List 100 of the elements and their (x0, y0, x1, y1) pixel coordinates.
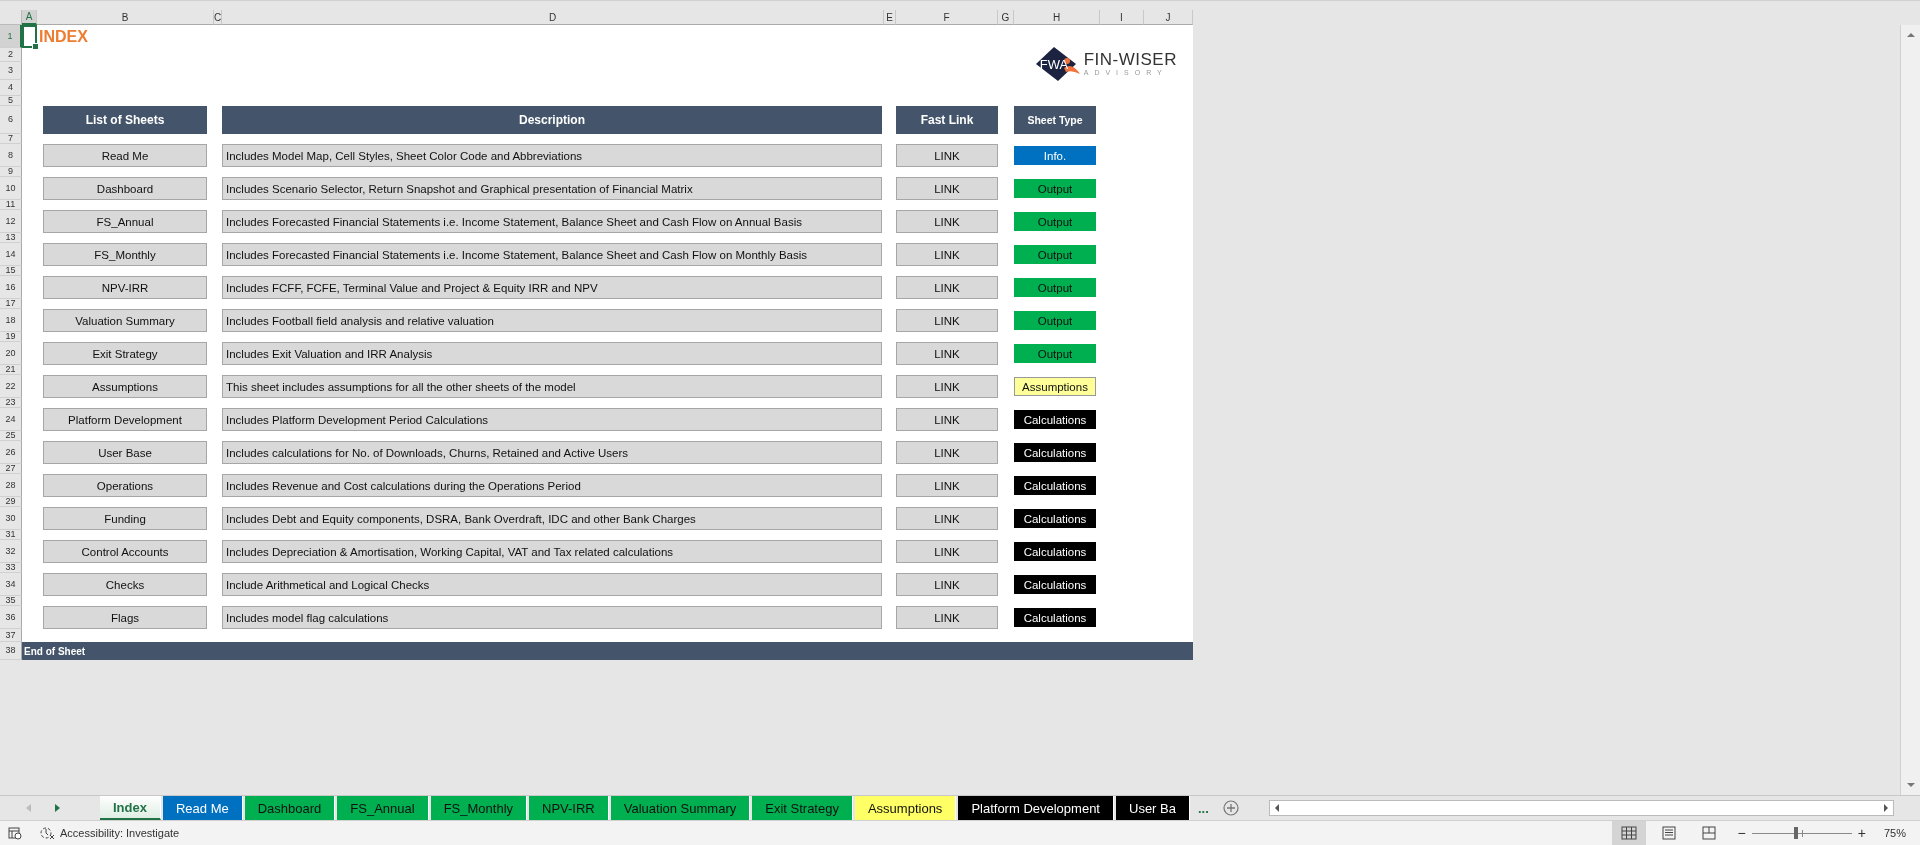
sheet-title: INDEX (38, 27, 89, 46)
sheet-name-cell: NPV-IRR (43, 276, 207, 299)
column-heading: Fast Link (896, 106, 998, 134)
description-cell: Includes Forecasted Financial Statements i.e. Income Statement, Balance Sheet and Cash Flow on Annual Basis (222, 210, 882, 233)
sheet-tab[interactable]: FS_Annual (337, 796, 429, 820)
link-cell[interactable]: LINK (896, 606, 998, 629)
horizontal-scrollbar[interactable] (1268, 800, 1894, 816)
sheet-name-cell: Flags (43, 606, 207, 629)
macro-record-icon[interactable] (8, 826, 22, 840)
description-cell: Includes model flag calculations (222, 606, 882, 629)
zoom-in-button[interactable]: + (1857, 825, 1866, 841)
row-header[interactable]: 10 (0, 177, 22, 200)
link-cell[interactable]: LINK (896, 441, 998, 464)
sheet-type-cell: Output (1014, 179, 1096, 198)
scroll-down-icon[interactable] (1905, 781, 1916, 789)
row-header[interactable]: 38 (0, 642, 22, 660)
normal-view-button[interactable] (1611, 821, 1646, 845)
row-header[interactable]: 4 (0, 80, 22, 96)
row-header[interactable]: 28 (0, 474, 22, 497)
column-header[interactable]: G (998, 10, 1014, 25)
row-header[interactable]: 34 (0, 573, 22, 596)
sheet-type-cell: Calculations (1014, 410, 1096, 429)
zoom-slider[interactable] (1751, 827, 1852, 839)
sheet-type-cell: Calculations (1014, 509, 1096, 528)
grid-icon (1620, 826, 1637, 840)
sheet-tab[interactable]: User Ba (1116, 796, 1190, 820)
link-cell[interactable]: LINK (896, 507, 998, 530)
sheet-type-cell: Calculations (1014, 443, 1096, 462)
link-cell[interactable]: LINK (896, 144, 998, 167)
scroll-up-icon[interactable] (1905, 31, 1916, 39)
sheet-tab[interactable]: Valuation Summary (610, 796, 751, 820)
sheet-name-cell: Operations (43, 474, 207, 497)
link-cell[interactable]: LINK (896, 243, 998, 266)
description-cell: Includes Depreciation & Amortisation, Working Capital, VAT and Tax related calculations (222, 540, 882, 563)
link-cell[interactable]: LINK (896, 210, 998, 233)
row-header[interactable]: 1 (0, 25, 22, 48)
sheet-name-cell: Valuation Summary (43, 309, 207, 332)
row-header[interactable]: 14 (0, 243, 22, 266)
active-cell[interactable] (22, 25, 37, 48)
sheet-type-cell: Calculations (1014, 608, 1096, 627)
row-header[interactable]: 32 (0, 540, 22, 563)
next-sheet-icon[interactable] (54, 804, 60, 812)
sheet-tab[interactable]: Dashboard (244, 796, 336, 820)
zoom-out-button[interactable]: − (1737, 825, 1746, 841)
link-cell[interactable]: LINK (896, 573, 998, 596)
description-cell: Include Arithmetical and Logical Checks (222, 573, 882, 596)
row-header[interactable]: 36 (0, 606, 22, 629)
link-cell[interactable]: LINK (896, 474, 998, 497)
row-header[interactable]: 3 (0, 62, 22, 80)
sheet-name-cell: Dashboard (43, 177, 207, 200)
sheet-name-cell: Platform Development (43, 408, 207, 431)
sheet-tab[interactable]: Index (100, 796, 161, 820)
column-header[interactable]: I (1100, 10, 1144, 25)
link-cell[interactable]: LINK (896, 276, 998, 299)
accessibility-icon[interactable] (40, 826, 56, 840)
sheet-tab[interactable]: Platform Development (958, 796, 1114, 820)
zoom-level[interactable]: 75% (1883, 827, 1906, 839)
sheet-tab[interactable]: Read Me (162, 796, 243, 820)
row-header[interactable]: 7 (0, 134, 22, 144)
row-header[interactable]: 18 (0, 309, 22, 332)
sheet-tab[interactable]: FS_Monthly (430, 796, 528, 820)
column-header[interactable]: F (896, 10, 998, 25)
link-cell[interactable]: LINK (896, 375, 998, 398)
accessibility-status[interactable]: Accessibility: Investigate (60, 827, 180, 839)
description-cell: Includes calculations for No. of Downloads, Churns, Retained and Active Users (222, 441, 882, 464)
sheet-tab[interactable]: Exit Strategy (752, 796, 853, 820)
row-header[interactable]: 6 (0, 106, 22, 134)
more-tabs-button[interactable]: ... (1197, 800, 1209, 816)
column-header[interactable]: H (1014, 10, 1100, 25)
column-header[interactable]: J (1144, 10, 1193, 25)
sheet-tab[interactable]: Assumptions (854, 796, 957, 820)
add-sheet-icon[interactable] (1222, 800, 1239, 816)
description-cell: Includes Football field analysis and relative valuation (222, 309, 882, 332)
row-header[interactable]: 16 (0, 276, 22, 299)
row-header[interactable]: 26 (0, 441, 22, 464)
link-cell[interactable]: LINK (896, 177, 998, 200)
column-header[interactable]: A (22, 10, 37, 25)
column-header[interactable]: D (222, 10, 884, 25)
row-header[interactable]: 2 (0, 48, 22, 62)
link-cell[interactable]: LINK (896, 342, 998, 365)
sheet-type-cell: Assumptions (1014, 377, 1096, 396)
row-header[interactable]: 8 (0, 144, 22, 167)
link-cell[interactable]: LINK (896, 408, 998, 431)
sheet-name-cell: Funding (43, 507, 207, 530)
row-header[interactable]: 37 (0, 629, 22, 642)
link-cell[interactable]: LINK (896, 309, 998, 332)
sheet-name-cell: User Base (43, 441, 207, 464)
row-header[interactable]: 30 (0, 507, 22, 530)
row-header[interactable]: 12 (0, 210, 22, 233)
scroll-right-icon[interactable] (1882, 803, 1890, 813)
row-header[interactable]: 22 (0, 375, 22, 398)
vertical-scrollbar[interactable] (1900, 25, 1920, 795)
sheet-tab[interactable]: NPV-IRR (529, 796, 609, 820)
link-cell[interactable]: LINK (896, 540, 998, 563)
description-cell: Includes FCFF, FCFE, Terminal Value and Project & Equity IRR and NPV (222, 276, 882, 299)
end-of-sheet-bar: End of Sheet (22, 642, 1193, 660)
column-header[interactable]: E (884, 10, 896, 25)
row-header[interactable]: 24 (0, 408, 22, 431)
row-header[interactable]: 20 (0, 342, 22, 365)
column-header[interactable]: B (37, 10, 214, 25)
